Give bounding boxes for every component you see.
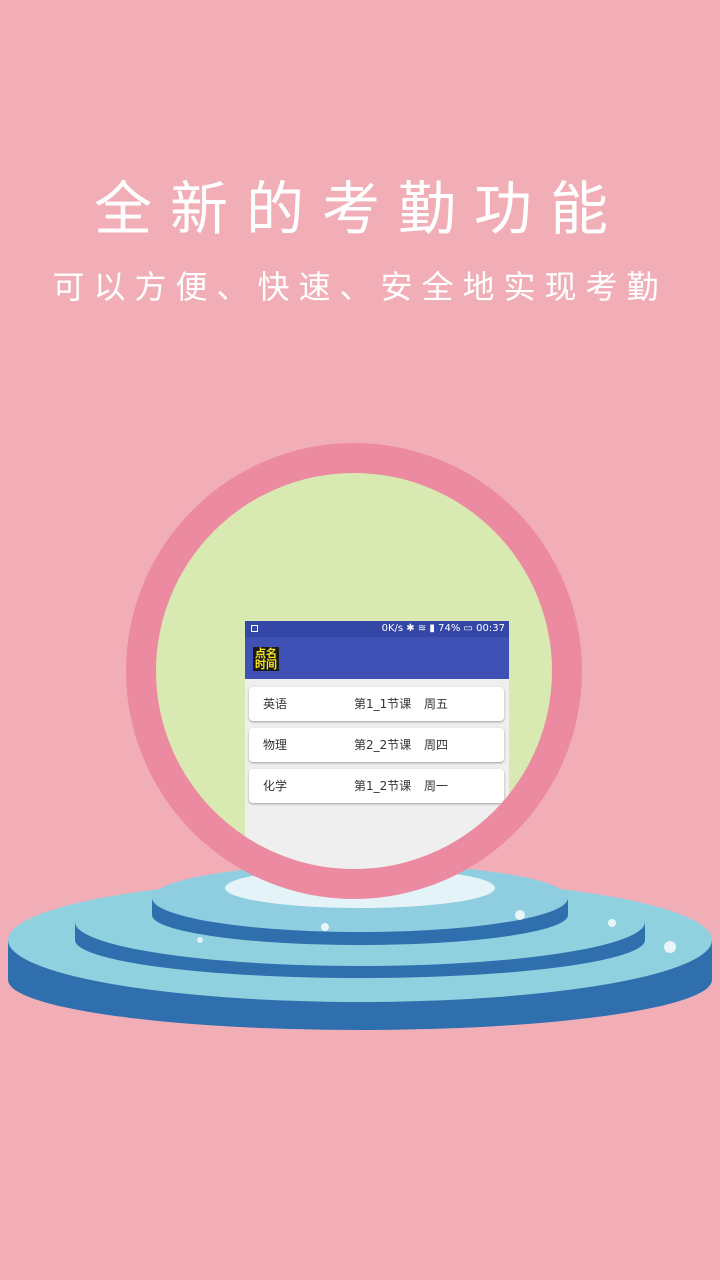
app-bar: 点名 时间 [245, 637, 509, 679]
battery-icon: ▭ [463, 623, 477, 634]
clock: 00:37 [476, 623, 505, 634]
wifi-icon: ≋ [417, 623, 430, 634]
period-label: 第2_2节课 [354, 738, 412, 752]
subject-label: 物理 [263, 738, 288, 752]
headline: 全新的考勤功能 [93, 175, 626, 243]
period-label: 第1_1节课 [354, 697, 412, 711]
screenshot-disc: 0K/s ✱ ≋ ▮ 74% ▭ 00:37 点名 时间 英语 第1_1节课 周… [156, 473, 552, 869]
list-item[interactable]: 物理 第2_2节课 周四 [249, 728, 504, 762]
phone-screenshot: 0K/s ✱ ≋ ▮ 74% ▭ 00:37 点名 时间 英语 第1_1节课 周… [245, 621, 509, 869]
notification-icon [251, 621, 261, 637]
app-logo-icon[interactable]: 点名 时间 [253, 647, 279, 671]
app-logo-line-2: 时间 [255, 658, 277, 671]
network-speed: 0K/s [381, 623, 404, 634]
bluetooth-icon: ✱ [406, 623, 418, 634]
list-item[interactable]: 化学 第1_2节课 周一 [249, 769, 504, 803]
list-item[interactable]: 英语 第1_1节课 周五 [249, 687, 504, 721]
signal-icon: ▮ [429, 623, 439, 634]
subject-label: 化学 [263, 779, 288, 793]
status-bar: 0K/s ✱ ≋ ▮ 74% ▭ 00:37 [245, 621, 509, 637]
day-label: 周一 [424, 779, 449, 793]
screenshot-frame: 0K/s ✱ ≋ ▮ 74% ▭ 00:37 点名 时间 英语 第1_1节课 周… [126, 443, 582, 899]
day-label: 周四 [424, 738, 449, 752]
day-label: 周五 [424, 697, 449, 711]
period-label: 第1_2节课 [354, 779, 412, 793]
status-right: 0K/s ✱ ≋ ▮ 74% ▭ 00:37 [382, 621, 505, 637]
subject-label: 英语 [263, 697, 288, 711]
subline: 可以方便、快速、安全地实现考勤 [52, 268, 668, 306]
battery-level: 74% [438, 623, 461, 634]
